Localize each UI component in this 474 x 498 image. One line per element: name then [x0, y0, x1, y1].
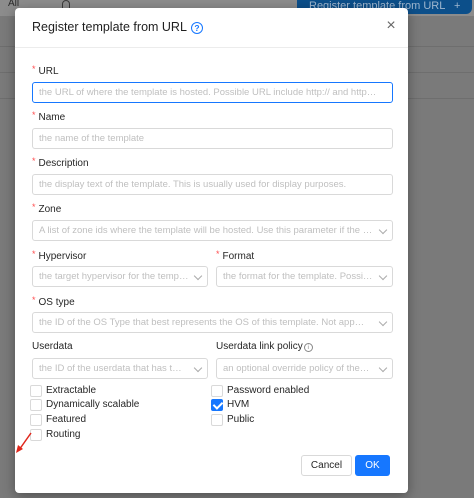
- os-type-select-placeholder: the ID of the OS Type that best represen…: [39, 317, 365, 328]
- ok-button[interactable]: OK: [355, 455, 390, 476]
- zone-label-text: Zone: [38, 204, 62, 215]
- userdata-select-placeholder: the ID of the userdata that has t…: [39, 363, 182, 374]
- routing-label[interactable]: Routing: [46, 429, 80, 440]
- description-label-text: Description: [38, 158, 89, 169]
- hypervisor-label-text: Hypervisor: [38, 251, 87, 262]
- os-type-label: * OS type: [32, 295, 75, 308]
- chevron-down-icon: [193, 271, 203, 281]
- format-label: * Format: [216, 249, 254, 262]
- name-input[interactable]: [32, 128, 393, 149]
- userdata-label-text: Userdata: [32, 341, 73, 352]
- zone-select-placeholder: A list of zone ids where the template wi…: [39, 225, 373, 236]
- public-checkbox[interactable]: [211, 414, 223, 426]
- annotation-arrow-icon: [16, 432, 32, 453]
- required-mark: *: [32, 295, 36, 305]
- chevron-down-icon: [378, 363, 388, 373]
- required-mark: *: [32, 249, 36, 259]
- url-input[interactable]: [32, 82, 393, 103]
- plus-icon: +: [453, 0, 461, 12]
- modal-header: Register template from URL? ×: [15, 8, 408, 48]
- hypervisor-label: * Hypervisor: [32, 249, 86, 262]
- public-label[interactable]: Public: [227, 414, 254, 425]
- format-select-placeholder: the format for the template. Possi…: [223, 271, 373, 282]
- cancel-button[interactable]: Cancel: [301, 455, 352, 476]
- userdata-link-policy-label-text: Userdata link policy: [216, 341, 303, 352]
- modal-title: Register template from URL?: [32, 20, 203, 34]
- name-label: * Name: [32, 110, 65, 123]
- required-mark: *: [32, 202, 36, 212]
- name-label-text: Name: [38, 112, 66, 123]
- userdata-select[interactable]: the ID of the userdata that has t…: [32, 358, 208, 379]
- zone-label: * Zone: [32, 202, 61, 215]
- chevron-down-icon: [378, 225, 388, 235]
- chevron-down-icon: [378, 317, 388, 327]
- description-label: * Description: [32, 156, 89, 169]
- required-mark: *: [32, 156, 36, 166]
- userdata-label: Userdata: [32, 341, 73, 352]
- hypervisor-select[interactable]: the target hypervisor for the templ…: [32, 266, 208, 287]
- password-enabled-checkbox[interactable]: [211, 385, 223, 397]
- required-mark: *: [32, 64, 36, 74]
- close-icon[interactable]: ×: [383, 18, 399, 34]
- hvm-checkbox[interactable]: [211, 399, 223, 411]
- description-input[interactable]: [32, 174, 393, 195]
- chevron-down-icon: [193, 363, 203, 373]
- required-mark: *: [32, 110, 36, 120]
- url-label-text: URL: [38, 66, 59, 77]
- extractable-label[interactable]: Extractable: [46, 385, 96, 396]
- dynamically-scalable-checkbox[interactable]: [30, 399, 42, 411]
- info-circle-icon[interactable]: i: [303, 343, 313, 352]
- modal-title-text: Register template from URL: [32, 20, 187, 34]
- zone-select[interactable]: A list of zone ids where the template wi…: [32, 220, 393, 241]
- url-label: * URL: [32, 64, 59, 77]
- hvm-label[interactable]: HVM: [227, 399, 249, 410]
- register-template-modal: Register template from URL? × *URL *Name…: [15, 8, 408, 493]
- format-select[interactable]: the format for the template. Possi…: [216, 266, 393, 287]
- chevron-down-icon: [378, 271, 388, 281]
- featured-label[interactable]: Featured: [46, 414, 86, 425]
- format-label-text: Format: [222, 251, 255, 262]
- os-type-select[interactable]: the ID of the OS Type that best represen…: [32, 312, 393, 333]
- userdata-link-policy-select[interactable]: an optional override policy of the…: [216, 358, 393, 379]
- required-mark: *: [216, 249, 220, 259]
- extractable-checkbox[interactable]: [30, 385, 42, 397]
- dynamically-scalable-label[interactable]: Dynamically scalable: [46, 399, 139, 410]
- userdata-link-policy-label: Userdata link policy i: [216, 341, 313, 352]
- userdata-link-policy-select-placeholder: an optional override policy of the…: [223, 363, 370, 374]
- hypervisor-select-placeholder: the target hypervisor for the templ…: [39, 271, 191, 282]
- question-circle-icon[interactable]: ?: [190, 22, 203, 34]
- os-type-label-text: OS type: [38, 297, 75, 308]
- password-enabled-label[interactable]: Password enabled: [227, 385, 309, 396]
- featured-checkbox[interactable]: [30, 414, 42, 426]
